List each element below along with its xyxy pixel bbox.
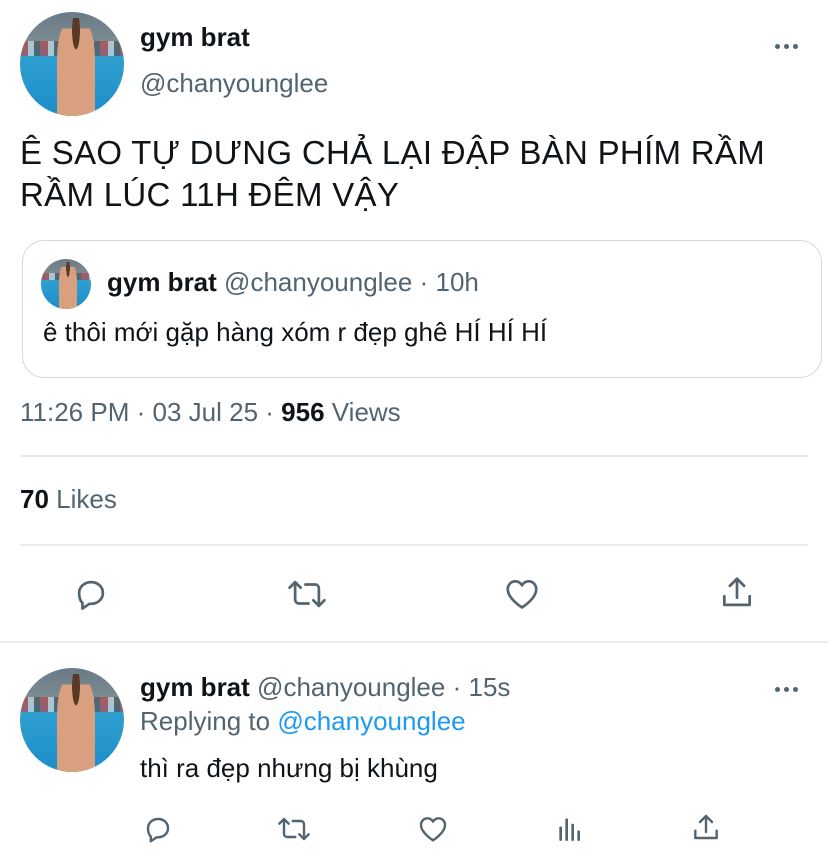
reply-header: gym brat @chanyounglee · 15s	[140, 672, 510, 703]
quoted-separator: ·	[419, 267, 429, 297]
likes-count: 70	[20, 484, 49, 514]
tweet-text-line-1: Ê SAO TỰ DƯNG CHẢ LẠI ĐẬP BÀN PHÍM RẦM	[20, 134, 766, 171]
avatar-person	[57, 18, 95, 116]
reply-text: thì ra đẹp nhưng bị khùng	[140, 753, 438, 783]
avatar-main[interactable]	[20, 12, 124, 116]
reply-reply-icon[interactable]	[142, 813, 174, 845]
more-options-icon[interactable]	[775, 44, 798, 49]
avatar-person	[59, 262, 77, 309]
reply-retweet-icon[interactable]	[276, 813, 312, 845]
views-count: 956	[281, 397, 325, 427]
avatar-person	[57, 674, 95, 772]
author-display-name[interactable]: gym brat	[140, 22, 250, 53]
likes-stat[interactable]: 70 Likes	[20, 484, 117, 515]
meta-separator-1: ·	[136, 397, 146, 427]
divider-stats	[20, 544, 808, 546]
tweet-meta: 11:26 PM · 03 Jul 25 · 956 Views	[20, 397, 401, 428]
reply-avatar[interactable]	[20, 668, 124, 772]
views-label: Views	[331, 397, 401, 427]
replying-to: Replying to @chanyounglee	[140, 706, 466, 737]
reply-time[interactable]: 15s	[469, 672, 511, 702]
tweet-time[interactable]: 11:26 PM	[20, 397, 129, 427]
retweet-icon[interactable]	[286, 575, 328, 613]
replying-prefix: Replying to	[140, 706, 271, 736]
quoted-avatar	[41, 259, 91, 309]
share-icon[interactable]	[718, 573, 756, 613]
reply-separator: ·	[452, 672, 462, 702]
reply-display-name[interactable]: gym brat	[140, 672, 250, 702]
author-handle[interactable]: @chanyounglee	[140, 68, 328, 99]
quoted-tweet-header: gym brat @chanyounglee · 10h	[107, 267, 479, 298]
quoted-display-name: gym brat	[107, 267, 217, 297]
divider-thread	[0, 641, 828, 643]
quoted-time: 10h	[435, 267, 479, 297]
reply-handle[interactable]: @chanyounglee	[257, 672, 445, 702]
quoted-tweet-card[interactable]: gym brat @chanyounglee · 10h ê thôi mới …	[22, 240, 822, 378]
reply-analytics-icon[interactable]	[554, 813, 586, 845]
tweet-text-line-2: RẦM LÚC 11H ĐÊM VẬY	[20, 176, 400, 213]
divider-meta	[20, 455, 808, 457]
quoted-tweet-text: ê thôi mới gặp hàng xóm r đẹp ghê HÍ HÍ …	[43, 317, 548, 347]
replying-handle-link[interactable]: @chanyounglee	[277, 706, 465, 736]
quoted-handle: @chanyounglee	[224, 267, 413, 297]
meta-separator-2: ·	[265, 397, 274, 427]
tweet-date[interactable]: 03 Jul 25	[153, 397, 259, 427]
reply-icon[interactable]	[72, 575, 110, 613]
reply-share-icon[interactable]	[690, 811, 722, 845]
tweet-text: Ê SAO TỰ DƯNG CHẢ LẠI ĐẬP BÀN PHÍM RẦM R…	[20, 132, 820, 216]
likes-label: Likes	[56, 484, 117, 514]
reply-like-icon[interactable]	[416, 813, 450, 845]
reply-more-options-icon[interactable]	[775, 687, 798, 692]
like-icon[interactable]	[502, 575, 542, 613]
